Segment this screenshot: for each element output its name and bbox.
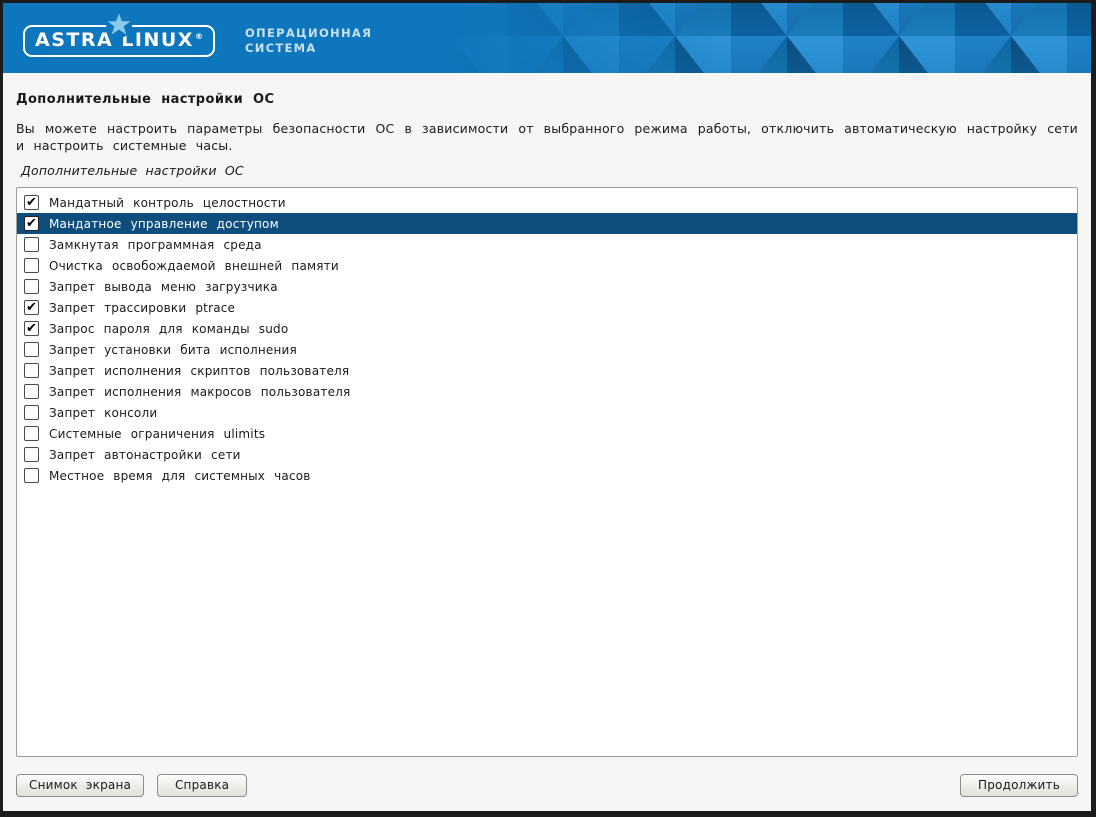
main-content: Дополнительные настройки ОС Вы можете на… xyxy=(3,73,1091,811)
brand-line-2: СИСТЕМА xyxy=(245,41,372,56)
option-label: Запрет автонастройки сети xyxy=(49,448,241,462)
header-banner: ASTRA LINUX® ОПЕРАЦИОННАЯ СИСТЕМА xyxy=(3,3,1091,73)
help-button[interactable]: Справка xyxy=(157,774,247,797)
checkbox-unchecked[interactable] xyxy=(24,342,39,357)
list-item[interactable]: ✔ Запрет трассировки ptrace xyxy=(17,297,1077,318)
checkbox-unchecked[interactable] xyxy=(24,426,39,441)
list-item[interactable]: Местное время для системных часов xyxy=(17,465,1077,486)
header-geometric-pattern xyxy=(451,3,1091,73)
option-label: Системные ограничения ulimits xyxy=(49,427,265,441)
option-label: Запрет установки бита исполнения xyxy=(49,343,297,357)
checkbox-checked[interactable]: ✔ xyxy=(24,216,39,231)
option-label: Запрет консоли xyxy=(49,406,157,420)
list-item[interactable]: ✔ Мандатное управление доступом xyxy=(17,213,1077,234)
option-label: Замкнутая программная среда xyxy=(49,238,262,252)
checkbox-unchecked[interactable] xyxy=(24,447,39,462)
checkmark-icon: ✔ xyxy=(26,217,37,230)
list-item[interactable]: ✔ Запрос пароля для команды sudo xyxy=(17,318,1077,339)
page-title: Дополнительные настройки ОС xyxy=(16,92,1078,107)
list-item[interactable]: Запрет исполнения макросов пользователя xyxy=(17,381,1077,402)
astra-linux-logo: ASTRA LINUX® xyxy=(23,25,215,57)
continue-button[interactable]: Продолжить xyxy=(960,774,1078,797)
option-label: Мандатный контроль целостности xyxy=(49,196,286,210)
checkmark-icon: ✔ xyxy=(26,196,37,209)
checkbox-unchecked[interactable] xyxy=(24,279,39,294)
list-label: Дополнительные настройки ОС xyxy=(16,163,1078,178)
list-item[interactable]: Замкнутая программная среда xyxy=(17,234,1077,255)
registered-mark: ® xyxy=(195,32,203,41)
list-item[interactable]: Запрет вывода меню загрузчика xyxy=(17,276,1077,297)
list-item[interactable]: ✔ Мандатный контроль целостности xyxy=(17,192,1077,213)
star-icon xyxy=(106,12,132,38)
option-label: Запрет вывода меню загрузчика xyxy=(49,280,278,294)
option-label: Мандатное управление доступом xyxy=(49,217,279,231)
list-item[interactable]: Запрет автонастройки сети xyxy=(17,444,1077,465)
options-list[interactable]: ✔ Мандатный контроль целостности ✔ Мандатно… xyxy=(16,187,1078,757)
checkbox-unchecked[interactable] xyxy=(24,363,39,378)
brand-caption: ОПЕРАЦИОННАЯ СИСТЕМА xyxy=(245,26,372,56)
footer-toolbar: Снимок экрана Справка Продолжить xyxy=(16,774,1078,797)
page-description: Вы можете настроить параметры безопаснос… xyxy=(16,120,1078,154)
checkbox-checked[interactable]: ✔ xyxy=(24,300,39,315)
option-label: Местное время для системных часов xyxy=(49,469,311,483)
option-label: Запрет исполнения макросов пользователя xyxy=(49,385,350,399)
checkbox-checked[interactable]: ✔ xyxy=(24,321,39,336)
checkbox-checked[interactable]: ✔ xyxy=(24,195,39,210)
option-label: Запрет исполнения скриптов пользователя xyxy=(49,364,349,378)
checkmark-icon: ✔ xyxy=(26,322,37,335)
installer-window: ASTRA LINUX® ОПЕРАЦИОННАЯ СИСТЕМА Дополн… xyxy=(0,0,1096,817)
brand-line-1: ОПЕРАЦИОННАЯ xyxy=(245,26,372,41)
option-label: Запрет трассировки ptrace xyxy=(49,301,235,315)
checkbox-unchecked[interactable] xyxy=(24,258,39,273)
list-item[interactable]: Системные ограничения ulimits xyxy=(17,423,1077,444)
list-item[interactable]: Очистка освобождаемой внешней памяти xyxy=(17,255,1077,276)
checkbox-unchecked[interactable] xyxy=(24,237,39,252)
option-label: Очистка освобождаемой внешней памяти xyxy=(49,259,339,273)
screenshot-button[interactable]: Снимок экрана xyxy=(16,774,144,797)
list-item[interactable]: Запрет консоли xyxy=(17,402,1077,423)
checkbox-unchecked[interactable] xyxy=(24,468,39,483)
option-label: Запрос пароля для команды sudo xyxy=(49,322,288,336)
checkmark-icon: ✔ xyxy=(26,301,37,314)
list-item[interactable]: Запрет исполнения скриптов пользователя xyxy=(17,360,1077,381)
checkbox-unchecked[interactable] xyxy=(24,384,39,399)
checkbox-unchecked[interactable] xyxy=(24,405,39,420)
list-item[interactable]: Запрет установки бита исполнения xyxy=(17,339,1077,360)
